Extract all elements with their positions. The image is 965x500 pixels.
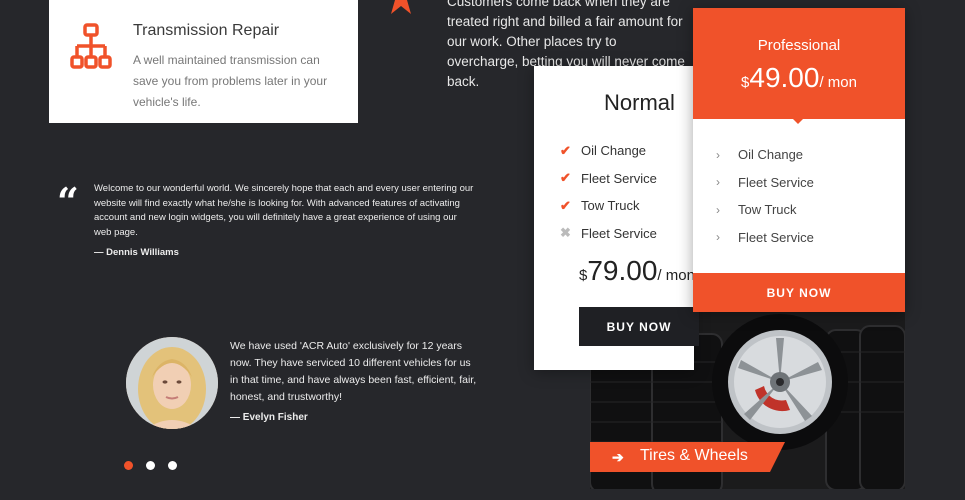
avatar: [126, 337, 218, 429]
list-item: ✔ Oil Change: [560, 137, 657, 165]
chevron-right-icon: ›: [716, 175, 720, 190]
check-icon: ✔: [560, 170, 571, 186]
professional-plan-title: Professional: [757, 37, 841, 54]
service-title: Transmission Repair: [133, 22, 280, 39]
normal-plan-features: ✔ Oil Change ✔ Fleet Service ✔ Tow Truck ✖ F…: [560, 137, 657, 247]
testimonial-author: — Evelyn Fisher: [230, 412, 308, 423]
cross-icon: ✖: [560, 225, 571, 241]
chevron-right-icon: ›: [716, 147, 720, 162]
tires-label[interactable]: Tires & Wheels: [640, 447, 748, 465]
list-item: ✔ Tow Truck: [560, 192, 657, 220]
normal-plan-price: $79.00/ mon: [579, 255, 695, 287]
header-notch: [791, 117, 805, 124]
normal-buy-now-button[interactable]: BUY NOW: [579, 307, 699, 346]
feature-label: Fleet Service: [738, 229, 814, 245]
feature-label: Tow Truck: [581, 198, 640, 214]
list-item: ✔ Fleet Service: [560, 165, 657, 193]
chevron-right-icon: ›: [716, 202, 720, 217]
price-amount: 79.00: [587, 255, 658, 286]
carousel-dots: [124, 461, 177, 470]
price-period: / mon: [657, 267, 695, 284]
professional-plan-price: $49.00/ mon: [693, 62, 905, 94]
feature-label: Oil Change: [581, 143, 647, 159]
quote-icon: “: [57, 179, 79, 224]
list-item: ✖ Fleet Service: [560, 220, 657, 248]
feature-label: Tow Truck: [738, 202, 797, 218]
chevron-right-icon: ›: [716, 230, 720, 245]
professional-plan-features: › Oil Change › Fleet Service › Tow Truck › F…: [716, 141, 814, 251]
testimonial-text: We have used 'ACR Auto' exclusively for …: [230, 340, 477, 403]
arrow-right-icon: ➔: [612, 449, 624, 465]
carousel-dot-2[interactable]: [146, 461, 155, 470]
list-item: › Fleet Service: [716, 169, 814, 197]
check-icon: ✔: [560, 197, 571, 213]
quote-text: Welcome to our wonderful world. We since…: [94, 183, 474, 238]
feature-label: Oil Change: [738, 147, 804, 163]
feature-label: Fleet Service: [581, 170, 657, 186]
price-period: / mon: [819, 74, 857, 91]
carousel-dot-1[interactable]: [124, 461, 133, 470]
list-item: › Tow Truck: [716, 196, 814, 224]
service-description: A well maintained transmission can save …: [133, 53, 328, 109]
carousel-dot-3[interactable]: [168, 461, 177, 470]
service-card: Transmission Repair A well maintained tr…: [49, 0, 358, 123]
normal-plan-title: Normal: [604, 90, 675, 115]
star-icon: [391, 0, 411, 14]
quote-author: — Dennis Williams: [94, 247, 179, 258]
check-icon: ✔: [560, 142, 571, 158]
feature-label: Fleet Service: [738, 174, 814, 190]
professional-buy-now-button[interactable]: BUY NOW: [693, 273, 905, 312]
price-amount: 49.00: [749, 62, 820, 93]
network-icon: [70, 23, 112, 69]
list-item: › Fleet Service: [716, 224, 814, 252]
feature-label: Fleet Service: [581, 225, 657, 241]
list-item: › Oil Change: [716, 141, 814, 169]
